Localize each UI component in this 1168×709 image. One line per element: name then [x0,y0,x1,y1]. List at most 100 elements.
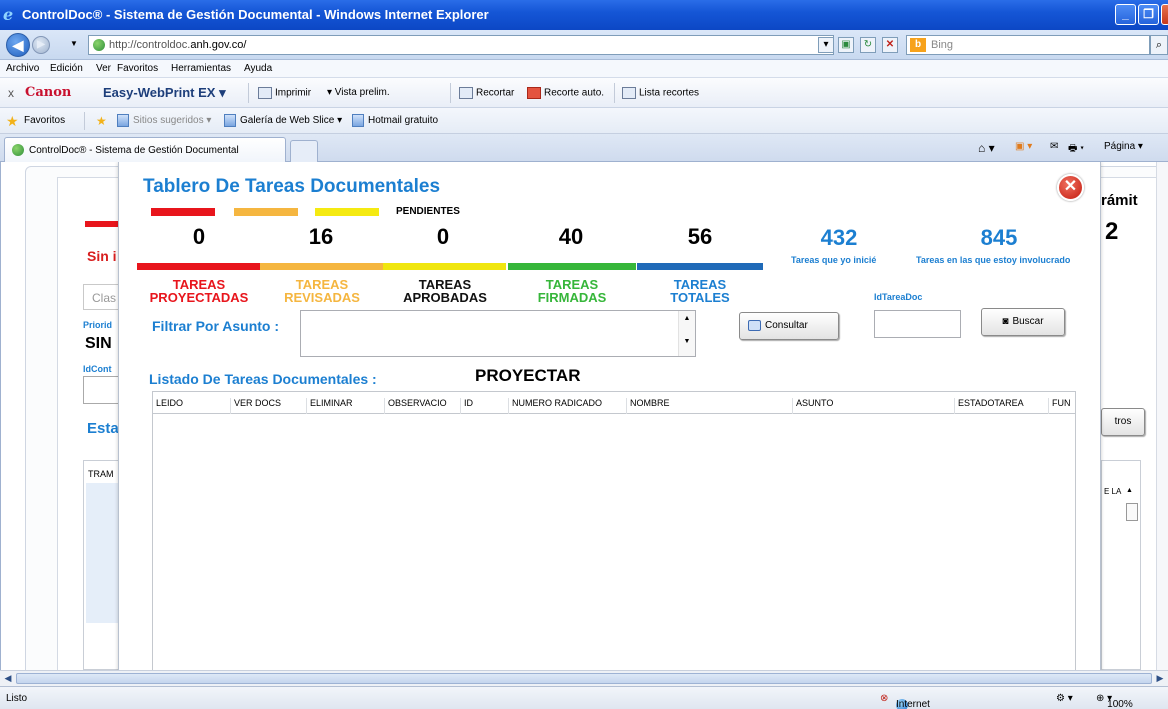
refresh-icon[interactable]: ↻ [860,37,876,53]
add-favorite-icon[interactable]: ★ [96,114,107,128]
scroll-thumb[interactable] [16,673,1152,684]
favorites-star-icon: ★ [6,113,19,129]
menu-edicion[interactable]: Edición [50,63,83,74]
bar-proyectadas [137,263,260,270]
tab-controldoc[interactable]: ControlDoc® - Sistema de Gestión Documen… [4,137,286,162]
label-proyectadas[interactable]: TAREAS PROYECTADAS [137,278,261,304]
page-content: Sin i rámit 2 Clas Priorid SIN IdCont Es… [0,162,1156,670]
back-button[interactable]: ◀ [6,33,30,57]
horizontal-scrollbar[interactable]: ◀ ▶ [0,670,1168,686]
search-input[interactable]: b Bing [906,35,1150,55]
page-vertical-scrollbar[interactable] [1156,162,1168,670]
grid-header: LEIDO VER DOCS ELIMINAR OBSERVACIO ID NU… [153,392,1075,414]
sitios-sugeridos-link[interactable]: Sitios sugeridos ▾ [133,115,211,126]
buscar-button[interactable]: ◙ Buscar [981,308,1065,336]
label-revisadas[interactable]: TAREAS REVISADAS [260,278,384,304]
security-icon[interactable]: ⚙ ▾ [1056,693,1073,704]
clip-list-icon [622,87,636,99]
lista-recortes-button[interactable]: Lista recortes [622,87,699,99]
page-menu[interactable]: Página ▾ [1104,141,1143,152]
col-fun[interactable]: FUN [1049,398,1075,414]
address-bar: ◀ ▶ ▼ http://controldoc.anh.gov.co/ ▾ ▣ … [0,30,1168,60]
bg-two: 2 [1105,218,1119,245]
imprimir-button[interactable]: Imprimir [258,87,311,99]
menu-ver[interactable]: Ver [96,63,111,74]
idtareadoc-input[interactable] [874,310,961,338]
col-asunto[interactable]: ASUNTO [793,398,955,414]
history-dropdown-icon[interactable]: ▼ [70,39,78,48]
label-aprobadas[interactable]: TAREAS APROBADAS [383,278,507,304]
label-firmadas[interactable]: TAREAS FIRMADAS [510,278,634,304]
recorte-auto-button[interactable]: Recorte auto. [527,87,604,99]
list-label: Listado De Tareas Documentales : [149,371,377,387]
recortar-button[interactable]: Recortar [459,87,514,99]
binoculars-icon: ◙ [1002,316,1009,327]
dashboard-title: Tablero De Tareas Documentales [143,176,441,197]
label-involucrado: Tareas en las que estoy involucrado [916,255,1071,265]
count-iniciadas[interactable]: 432 [794,225,884,251]
filter-asunto-input[interactable]: ▲ ▼ [300,310,696,357]
zoom-level[interactable]: ⊕ 100% ▾ [1096,693,1133,709]
status-bar: Listo ⊗ Internet ⚙ ▾ ⊕ 100% ▾ [0,686,1168,709]
canon-close-button[interactable]: x [8,86,14,100]
col-id[interactable]: ID [461,398,509,414]
label-totales[interactable]: TAREAS TOTALES [638,278,762,304]
bg-grid-right: E LA ▲ [1101,460,1141,670]
menu-ayuda[interactable]: Ayuda [244,63,272,74]
easy-webprint-button[interactable]: Easy-WebPrint EX ▾ [103,85,226,101]
count-aprobadas[interactable]: 0 [403,224,483,250]
bg-otros-button[interactable]: tros [1101,408,1145,436]
url-field[interactable]: http://controldoc.anh.gov.co/ [88,35,834,55]
maximize-button[interactable]: ❐ [1138,4,1159,25]
bg-clas-field[interactable]: Clas [83,284,123,310]
menu-favoritos[interactable]: Favoritos [117,63,158,74]
ie-logo-icon: e [3,5,14,24]
search-icon[interactable]: ⌕ [1150,35,1168,55]
site-favicon-icon [12,144,24,156]
col-eliminar[interactable]: ELIMINAR [307,398,385,414]
col-numero-radicado[interactable]: NUMERO RADICADO [509,398,627,414]
url-text: http://controldoc.anh.gov.co/ [109,39,247,51]
menu-herramientas[interactable]: Herramientas [171,63,231,74]
hotmail-link[interactable]: Hotmail gratuito [368,115,438,126]
page-icon [224,114,236,127]
close-window-button[interactable] [1161,4,1168,25]
protected-mode-icon: ⊗ [880,693,889,704]
new-tab-button[interactable] [290,140,318,162]
count-revisadas[interactable]: 16 [281,224,361,250]
filter-scrollbar[interactable]: ▲ ▼ [678,311,695,356]
filter-label: Filtrar Por Asunto : [152,318,280,334]
search-icon [748,319,761,331]
consultar-button[interactable]: Consultar [739,312,839,340]
feeds-icon[interactable]: ▣ ▾ [1015,141,1032,152]
mail-icon[interactable]: ✉ [1050,141,1058,152]
title-bar: e ControlDoc® - Sistema de Gestión Docum… [0,0,1168,30]
print-icon[interactable]: 🖶 ▾ [1068,141,1084,158]
count-totales[interactable]: 56 [660,224,740,250]
web-slice-link[interactable]: Galería de Web Slice ▾ [240,115,342,126]
vista-prelim-button[interactable]: ▾ Vista prelim. [327,87,390,98]
count-involucrado[interactable]: 845 [954,225,1044,251]
bg-idcont-field[interactable] [83,376,123,404]
stop-icon[interactable]: ✕ [882,37,898,53]
forward-button[interactable]: ▶ [32,36,50,54]
col-observacion[interactable]: OBSERVACIO [385,398,461,414]
col-leido[interactable]: LEIDO [153,398,231,414]
col-ver-docs[interactable]: VER DOCS [231,398,307,414]
col-estadotarea[interactable]: ESTADOTAREA [955,398,1049,414]
count-firmadas[interactable]: 40 [531,224,611,250]
count-proyectadas[interactable]: 0 [159,224,239,250]
scroll-left-icon[interactable]: ◀ [1,672,15,685]
favorites-button[interactable]: Favoritos [24,115,65,126]
home-icon[interactable]: ⌂ ▾ [978,141,995,155]
scroll-right-icon[interactable]: ▶ [1153,672,1167,685]
menu-archivo[interactable]: Archivo [6,63,39,74]
bar-aprobadas [383,263,506,270]
url-dropdown-icon[interactable]: ▾ [818,37,834,53]
col-nombre[interactable]: NOMBRE [627,398,793,414]
bg-tramite: rámit [1101,192,1138,209]
close-modal-button[interactable]: ✕ [1057,174,1084,201]
search-placeholder: Bing [931,39,954,51]
compat-view-icon[interactable]: ▣ [838,37,854,53]
minimize-button[interactable]: _ [1115,4,1136,25]
